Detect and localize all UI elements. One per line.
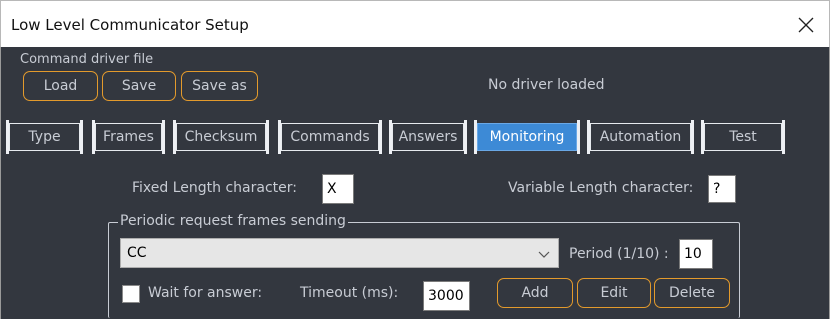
tab-checksum[interactable]: Checksum: [173, 120, 269, 154]
timeout-input[interactable]: 3000: [423, 281, 470, 311]
delete-button[interactable]: Delete: [654, 278, 730, 308]
period-label: Period (1/10) :: [569, 246, 669, 262]
close-icon: [798, 17, 814, 32]
driver-status: No driver loaded: [488, 77, 605, 93]
frame-select[interactable]: CC: [120, 238, 559, 268]
tab-test[interactable]: Test: [701, 120, 785, 154]
add-button[interactable]: Add: [497, 278, 573, 308]
tab-answers[interactable]: Answers: [389, 120, 467, 154]
timeout-label: Timeout (ms):: [300, 285, 399, 301]
edit-button[interactable]: Edit: [577, 278, 651, 308]
tab-label: Frames: [95, 123, 162, 151]
tab-frames[interactable]: Frames: [92, 120, 165, 154]
save-as-button[interactable]: Save as: [181, 71, 258, 101]
tab-automation[interactable]: Automation: [587, 120, 694, 154]
wait-for-answer-label: Wait for answer:: [148, 285, 263, 301]
close-button[interactable]: [783, 1, 829, 48]
frame-select-value: CC: [127, 245, 147, 261]
tab-label: Type: [9, 123, 80, 151]
variable-length-input[interactable]: ?: [708, 175, 736, 203]
fixed-length-input[interactable]: X: [322, 174, 354, 204]
wait-for-answer-checkbox[interactable]: [122, 285, 140, 303]
driver-section-label: Command driver file: [20, 52, 154, 67]
chevron-down-icon: [538, 251, 550, 258]
title-bar: Low Level Communicator Setup: [0, 0, 830, 47]
tab-label: Automation: [590, 123, 691, 151]
tab-label: Monitoring: [477, 123, 577, 151]
period-input[interactable]: 10: [679, 239, 713, 269]
tab-label: Test: [704, 123, 782, 151]
tab-label: Commands: [281, 123, 379, 151]
tab-commands[interactable]: Commands: [278, 120, 382, 154]
save-button[interactable]: Save: [102, 71, 176, 101]
tab-monitoring[interactable]: Monitoring: [474, 120, 580, 154]
load-button[interactable]: Load: [23, 71, 98, 101]
fixed-length-label: Fixed Length character:: [132, 180, 297, 196]
tab-label: Answers: [392, 123, 464, 151]
tab-label: Checksum: [176, 123, 266, 151]
window-title: Low Level Communicator Setup: [11, 16, 249, 34]
variable-length-label: Variable Length character:: [508, 180, 694, 196]
periodic-group-title: Periodic request frames sending: [118, 213, 348, 229]
tab-type[interactable]: Type: [6, 120, 83, 154]
